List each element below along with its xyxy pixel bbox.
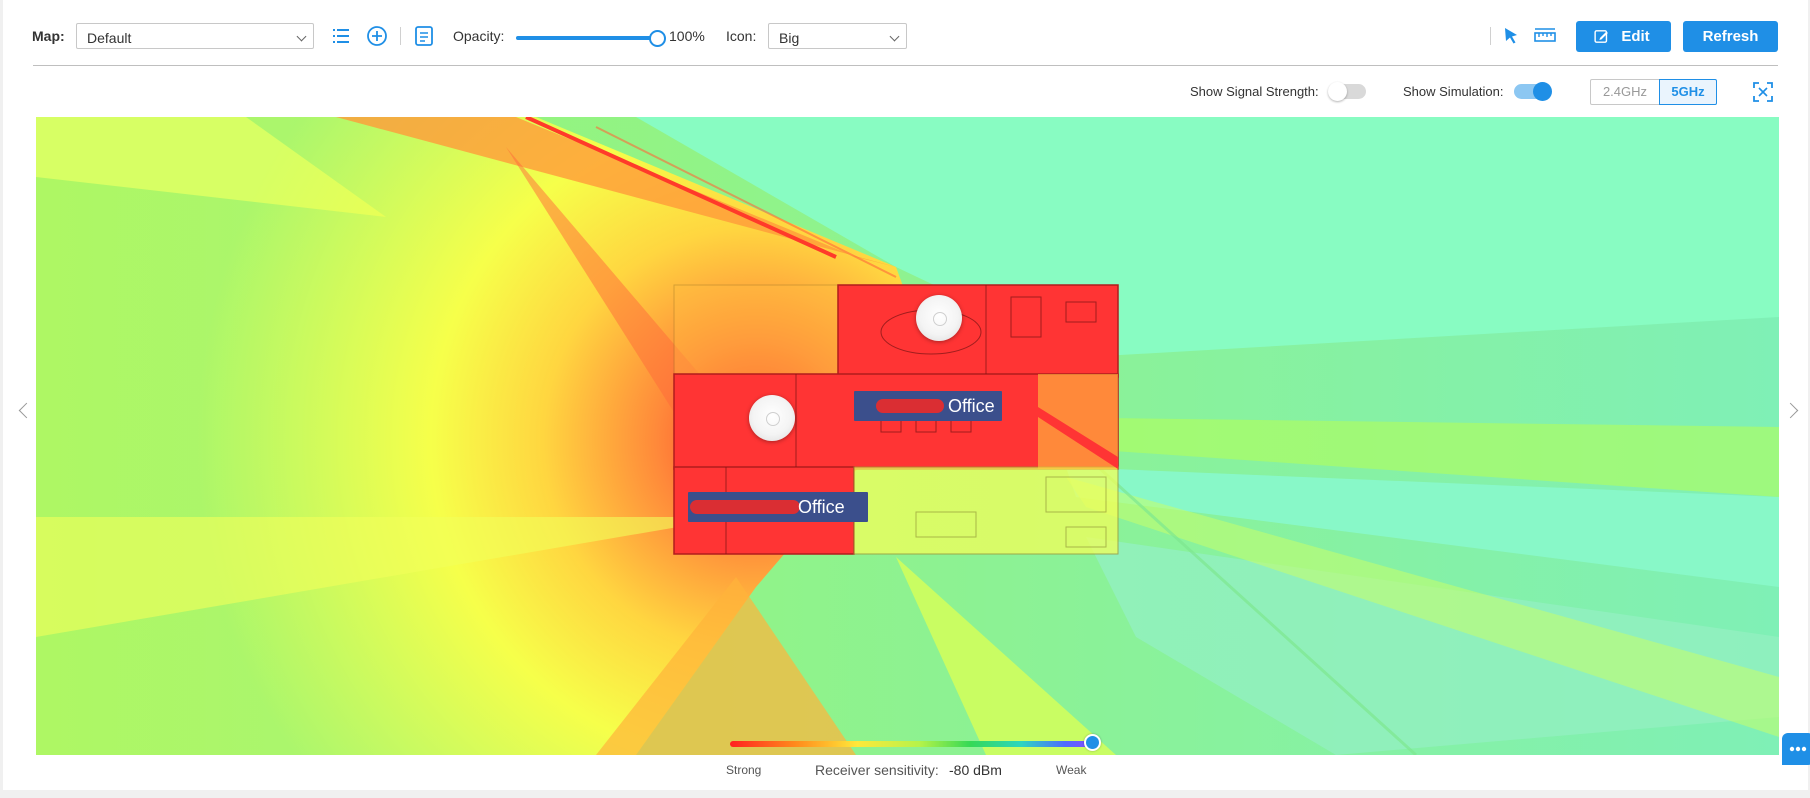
room-label-text: Office	[948, 396, 995, 416]
legend-weak-label: Weak	[1056, 763, 1087, 777]
map-select[interactable]: Default	[76, 23, 314, 49]
map-select-value: Default	[87, 30, 132, 46]
prev-arrow-icon[interactable]	[18, 402, 35, 419]
heatmap-panel: Map: Default Opacity: 100% Icon: Big Edi…	[3, 0, 1808, 790]
notes-icon[interactable]	[412, 24, 436, 48]
redaction-mark	[690, 500, 800, 514]
room-label[interactable]: Office	[854, 391, 1002, 421]
legend-strong-label: Strong	[726, 763, 762, 777]
toolbar-divider	[1490, 27, 1491, 45]
refresh-button[interactable]: Refresh	[1683, 21, 1778, 52]
toolbar-divider-line	[33, 65, 1778, 66]
toolbar: Map: Default Opacity: 100% Icon: Big Edi…	[3, 0, 1808, 66]
chat-button[interactable]	[1782, 733, 1810, 765]
next-arrow-icon[interactable]	[1782, 402, 1799, 419]
map-label: Map:	[32, 28, 65, 44]
signal-heatmap[interactable]: Office Office	[36, 117, 1779, 755]
room-label[interactable]: Office	[688, 492, 868, 522]
add-circle-icon[interactable]	[365, 24, 389, 48]
fullscreen-exit-icon[interactable]	[1751, 80, 1775, 104]
sensitivity-gradient-bar[interactable]	[730, 741, 1094, 747]
sensitivity-label: Receiver sensitivity:	[815, 762, 939, 778]
opacity-slider-handle[interactable]	[649, 30, 666, 47]
access-point-icon[interactable]	[749, 395, 795, 441]
sensitivity-value: -80 dBm	[949, 762, 1002, 778]
band-24ghz-button[interactable]: 2.4GHz	[1590, 79, 1660, 105]
simulation-label: Show Simulation:	[1403, 84, 1504, 99]
simulation-toggle[interactable]	[1514, 82, 1552, 101]
chevron-down-icon	[296, 31, 307, 42]
chat-bubble-icon	[1789, 746, 1807, 752]
toggle-knob	[1533, 82, 1552, 101]
signal-strength-label: Show Signal Strength:	[1190, 84, 1319, 99]
room-label-text: Office	[798, 497, 845, 517]
edit-icon	[1594, 30, 1608, 43]
edit-button[interactable]: Edit	[1576, 21, 1671, 52]
access-point-icon[interactable]	[916, 295, 962, 341]
icon-label: Icon:	[726, 28, 757, 44]
toggle-knob	[1328, 82, 1347, 101]
opacity-value: 100%	[669, 28, 705, 44]
opacity-slider-track[interactable]	[516, 36, 656, 40]
chevron-down-icon	[889, 31, 900, 42]
sensitivity-slider-handle[interactable]	[1084, 734, 1101, 751]
heatmap-graphic	[36, 117, 1779, 755]
redaction-mark	[876, 399, 944, 413]
toolbar-divider	[400, 27, 401, 45]
icon-size-select[interactable]: Big	[768, 23, 907, 49]
signal-strength-toggle[interactable]	[1328, 82, 1366, 101]
band-5ghz-button[interactable]: 5GHz	[1659, 79, 1717, 105]
list-icon[interactable]	[329, 24, 353, 48]
opacity-label: Opacity:	[453, 28, 505, 44]
select-pointer-icon[interactable]	[1499, 24, 1523, 48]
icon-size-value: Big	[779, 30, 800, 46]
ruler-icon[interactable]	[1533, 24, 1557, 48]
